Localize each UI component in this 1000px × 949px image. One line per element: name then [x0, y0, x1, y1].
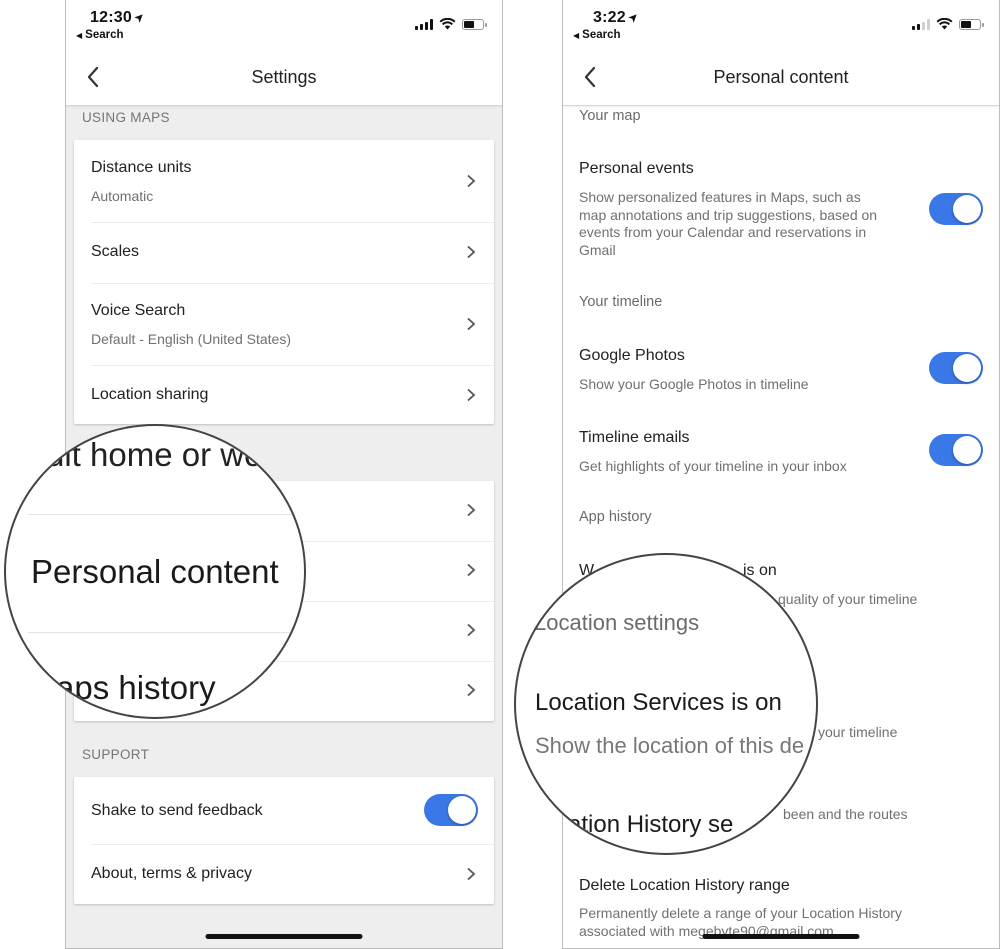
status-time: 3:22➤ — [593, 8, 642, 26]
toggle-knob — [953, 195, 981, 223]
section-your-timeline: Your timeline — [579, 294, 663, 310]
location-arrow-icon: ➤ — [130, 8, 148, 26]
toggle-knob — [953, 354, 981, 382]
section-label-using-maps: USING MAPS — [82, 110, 170, 125]
cellular-signal-icon — [912, 19, 930, 30]
mag-text-edit-home: dit home or wo — [46, 436, 263, 473]
setting-title: Google Photos — [579, 347, 685, 364]
setting-distance-units[interactable]: Distance units Automatic — [74, 140, 494, 222]
mag-section-location-settings: Location settings — [534, 610, 700, 635]
status-bar: 3:22➤ ◀ Search — [563, 0, 999, 52]
toggle-knob — [448, 796, 476, 824]
cellular-signal-icon — [415, 19, 433, 30]
wifi-icon — [936, 18, 953, 30]
wifi-icon — [439, 18, 456, 30]
chevron-right-icon — [467, 174, 476, 188]
chevron-right-icon — [467, 245, 476, 259]
setting-title: Location sharing — [91, 386, 209, 403]
status-icons — [912, 18, 984, 30]
back-to-search-link[interactable]: ◀ Search — [76, 29, 124, 41]
chevron-right-icon — [467, 623, 476, 637]
google-photos-toggle[interactable] — [929, 352, 983, 384]
personal-events-toggle[interactable] — [929, 193, 983, 225]
back-triangle-icon: ◀ — [76, 31, 83, 40]
subtitle-line: map annotations and trip suggestions, ba… — [579, 206, 878, 223]
home-indicator — [205, 934, 363, 939]
chevron-right-icon — [467, 388, 476, 402]
back-triangle-icon: ◀ — [573, 31, 580, 40]
back-app-label: Search — [85, 29, 124, 41]
setting-voice-search[interactable]: Voice Search Default - English (United S… — [74, 284, 494, 365]
setting-subtitle: Default - English (United States) — [91, 331, 291, 347]
setting-subtitle: Show your Google Photos in timeline — [579, 376, 809, 392]
page-title: Personal content — [713, 67, 849, 87]
magnifier-location-services: Location settings Location Services is o… — [514, 553, 818, 855]
subtitle-line: Gmail — [579, 241, 616, 258]
battery-icon — [462, 19, 487, 30]
mag-divider — [28, 632, 304, 633]
status-time: 12:30➤ — [90, 8, 148, 26]
status-icons — [415, 18, 487, 30]
section-your-map: Your map — [579, 108, 641, 124]
shake-feedback-toggle[interactable] — [424, 794, 478, 826]
setting-subtitle: Automatic — [91, 188, 154, 204]
chevron-right-icon — [467, 683, 476, 697]
mag-divider — [28, 514, 304, 515]
mag-subtitle-location-services: Show the location of this de — [535, 733, 805, 758]
battery-icon — [959, 19, 984, 30]
mag-title-location-services[interactable]: Location Services is on — [535, 689, 782, 717]
home-indicator — [702, 934, 860, 939]
setting-subtitle: Show personalized features in Maps, such… — [579, 189, 877, 259]
setting-shake-feedback: Shake to send feedback — [74, 777, 494, 844]
subtitle-line: Show personalized features in Maps, such… — [579, 189, 861, 205]
section-app-history: App history — [579, 509, 652, 525]
toggle-knob — [953, 436, 981, 464]
web-app-activity-subtitle-fragment: quality of your timeline — [778, 591, 918, 607]
nav-bar: Settings — [66, 52, 502, 106]
nav-bar: Personal content — [563, 52, 999, 106]
chevron-right-icon — [467, 867, 476, 881]
page-title: Settings — [251, 67, 317, 87]
setting-about-terms[interactable]: About, terms & privacy — [74, 845, 494, 904]
setting-title: Timeline emails — [579, 429, 690, 446]
setting-title: Distance units — [91, 159, 192, 176]
location-history-subtitle-fragment: been and the routes — [783, 806, 908, 822]
section-label-support: SUPPORT — [82, 747, 150, 762]
using-maps-card: Distance units Automatic Scales Voice Se… — [74, 140, 494, 424]
setting-title: Personal events — [579, 160, 694, 177]
setting-location-sharing[interactable]: Location sharing — [74, 366, 494, 424]
setting-title: Scales — [91, 243, 140, 260]
timeline-emails-toggle[interactable] — [929, 434, 983, 466]
support-card: Shake to send feedback About, terms & pr… — [74, 777, 494, 904]
magnifier-personal-content: dit home or wo Personal content aps hist… — [4, 424, 306, 719]
mag-text-personal-content[interactable]: Personal content — [31, 553, 279, 591]
chevron-right-icon — [467, 317, 476, 331]
setting-title: Shake to send feedback — [91, 802, 263, 819]
subtitle-line: events from your Calendar and reservatio… — [579, 224, 867, 240]
mag-text-maps-history: aps history — [56, 669, 216, 706]
location-arrow-icon: ➤ — [624, 8, 642, 26]
location-services-subtitle-fragment: your timeline — [818, 724, 898, 740]
setting-title: Delete Location History range — [579, 877, 790, 894]
back-app-label: Search — [582, 29, 621, 41]
mag-title-location-history: ation History se — [568, 811, 734, 838]
chevron-right-icon — [467, 563, 476, 577]
back-to-search-link[interactable]: ◀ Search — [573, 29, 621, 41]
subtitle-line: Permanently delete a range of your Locat… — [579, 905, 902, 921]
setting-scales[interactable]: Scales — [74, 223, 494, 283]
setting-title: Voice Search — [91, 302, 186, 319]
status-bar: 12:30➤ ◀ Search — [66, 0, 502, 52]
setting-subtitle: Get highlights of your timeline in your … — [579, 458, 847, 474]
chevron-right-icon — [467, 503, 476, 517]
setting-title: About, terms & privacy — [91, 865, 252, 882]
